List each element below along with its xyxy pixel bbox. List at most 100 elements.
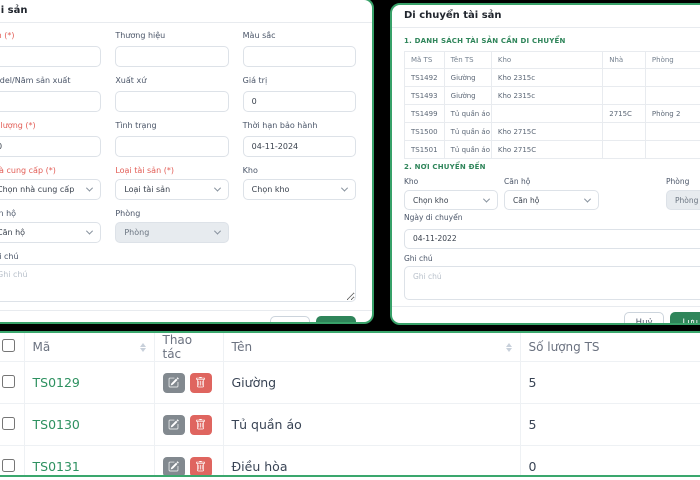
move-table-cell <box>602 140 646 159</box>
select-value: Chọn kho <box>251 185 290 194</box>
note-textarea[interactable] <box>0 264 356 302</box>
pencil-square-icon <box>168 461 179 472</box>
input-model-n-m-s-n-xu-t[interactable] <box>0 91 102 112</box>
delete-button[interactable] <box>189 414 212 435</box>
edit-button[interactable] <box>162 414 185 435</box>
input-m-u-s-c[interactable] <box>242 46 356 67</box>
chevron-down-icon <box>86 184 94 192</box>
select-value: Chọn nhà cung cấp <box>0 185 75 194</box>
move-date-input[interactable] <box>404 228 700 249</box>
asset-code-link[interactable]: TS0131 <box>33 459 80 474</box>
input-gi-tr-[interactable] <box>242 91 356 112</box>
sort-icon[interactable] <box>505 342 512 352</box>
move-table-cell: Tủ quần áo <box>443 104 492 123</box>
column-header-code[interactable]: Mã <box>24 333 155 362</box>
input-th-i-h-n-b-o-h-nh[interactable] <box>242 136 356 157</box>
screen: Tài sản Tên (*) Thương hiệu Màu sắc Model/N… <box>0 0 700 480</box>
move-table-cell <box>644 122 700 141</box>
cancel-button[interactable]: Huỷ <box>269 316 311 322</box>
move-col-header: Mã TS <box>404 51 445 69</box>
field-label: Kho <box>404 177 419 186</box>
asset-code-link[interactable]: TS0130 <box>33 417 80 432</box>
table-row: TS0130 Tủ quần áo 5 <box>0 403 700 446</box>
edit-button[interactable] <box>162 456 185 475</box>
asset-modal-header: Tài sản <box>0 0 372 23</box>
move-table-cell: Giường <box>443 68 492 87</box>
sort-icon[interactable] <box>139 342 146 352</box>
save-button[interactable]: Lưu <box>316 316 356 322</box>
input-t-n-[interactable] <box>0 46 102 67</box>
table-row: TS0131 Điều hòa 0 <box>0 445 700 475</box>
asset-qty-cell: 5 <box>520 403 700 446</box>
move-table-cell: Giường <box>443 86 492 105</box>
input-xu-t-x-[interactable] <box>115 91 229 112</box>
move-col-header: Tên TS <box>443 51 492 69</box>
asset-list-panel: Mã Thao tác Tên Số lượng TS TS0129 Giường… <box>0 331 700 477</box>
asset-list-table: Mã Thao tác Tên Số lượng TS TS0129 Giường… <box>0 333 700 475</box>
note-label: Ghi chú <box>0 252 19 261</box>
column-header-name[interactable]: Tên <box>223 333 521 362</box>
trash-icon <box>196 461 205 472</box>
input-t-nh-tr-ng[interactable] <box>115 136 229 157</box>
move-save-button[interactable]: Lưu <box>670 311 700 323</box>
select-value: Chọn kho <box>413 195 449 205</box>
move-table-cell <box>602 122 646 141</box>
move-note-textarea[interactable] <box>404 265 700 300</box>
move-table-cell: TS1500 <box>404 122 445 141</box>
section-move-list-heading: 1. DANH SÁCH TÀI SẢN CẦN DI CHUYỂN <box>404 37 566 45</box>
move-table-row: TS1500 Tủ quần áo Kho 2715C <box>404 122 700 141</box>
asset-qty-cell: 5 <box>520 361 700 404</box>
move-table-cell: Phòng 2 <box>644 104 700 123</box>
move-table-cell: Kho 2715C <box>490 122 604 141</box>
select-ph-ng: Phòng <box>666 190 700 210</box>
move-table-cell: Kho 2315c <box>490 86 604 105</box>
chevron-down-icon <box>482 195 491 203</box>
row-checkbox[interactable] <box>2 458 15 472</box>
field-label: Phòng <box>115 209 141 218</box>
chevron-down-icon <box>340 184 349 192</box>
select-nh-cung-c-p-[interactable]: Chọn nhà cung cấp <box>0 179 102 200</box>
select-c-n-h-[interactable]: Căn hộ <box>0 222 102 243</box>
move-table-cell <box>644 68 700 87</box>
field-label: Giá trị <box>242 76 268 85</box>
select-kho[interactable]: Chọn kho <box>404 190 498 210</box>
move-date-label: Ngày di chuyển <box>404 213 463 222</box>
move-table-cell <box>644 140 700 159</box>
move-table-cell: Kho 2715C <box>490 140 604 159</box>
select-value: Phòng <box>124 228 150 237</box>
select-lo-i-t-i-s-n-[interactable]: Loại tài sản <box>115 179 229 200</box>
field-label: Tên (*) <box>0 31 15 40</box>
move-table-row: TS1492 Giường Kho 2315c <box>404 68 700 87</box>
delete-button[interactable] <box>189 456 212 475</box>
field-label: Căn hộ <box>0 209 17 218</box>
row-checkbox[interactable] <box>2 374 15 388</box>
table-row: TS0129 Giường 5 <box>0 361 700 404</box>
row-checkbox[interactable] <box>2 416 15 430</box>
field-label: Số lượng (*) <box>0 121 36 130</box>
select-kho[interactable]: Chọn kho <box>242 179 356 200</box>
move-note-label: Ghi chú <box>404 253 433 263</box>
pencil-square-icon <box>168 377 179 388</box>
select-c-n-h-[interactable]: Căn hộ <box>504 190 599 210</box>
move-table-cell: TS1499 <box>404 104 445 123</box>
move-table-cell <box>602 68 646 87</box>
select-value: Căn hộ <box>513 195 540 205</box>
asset-table-header-row: Mã Thao tác Tên Số lượng TS <box>0 333 700 362</box>
field-label: Nhà cung cấp (*) <box>0 166 56 175</box>
input-s-l-ng-[interactable] <box>0 136 102 157</box>
select-all-checkbox[interactable] <box>2 339 15 352</box>
chevron-down-icon <box>213 184 221 192</box>
pencil-square-icon <box>168 419 179 430</box>
edit-button[interactable] <box>162 372 185 393</box>
select-value: Phòng <box>675 195 699 205</box>
delete-button[interactable] <box>189 372 212 393</box>
asset-code-link[interactable]: TS0129 <box>33 375 80 390</box>
field-label: Thời hạn bảo hành <box>242 121 318 130</box>
select-value: Căn hộ <box>0 228 26 237</box>
input-th-ng-hi-u[interactable] <box>115 46 229 67</box>
column-header-actions: Thao tác <box>154 333 224 362</box>
move-cancel-button[interactable]: Huỷ <box>623 311 665 323</box>
move-col-header: Kho <box>490 51 604 69</box>
move-col-header: Phòng <box>644 51 700 69</box>
chevron-down-icon <box>583 195 592 203</box>
